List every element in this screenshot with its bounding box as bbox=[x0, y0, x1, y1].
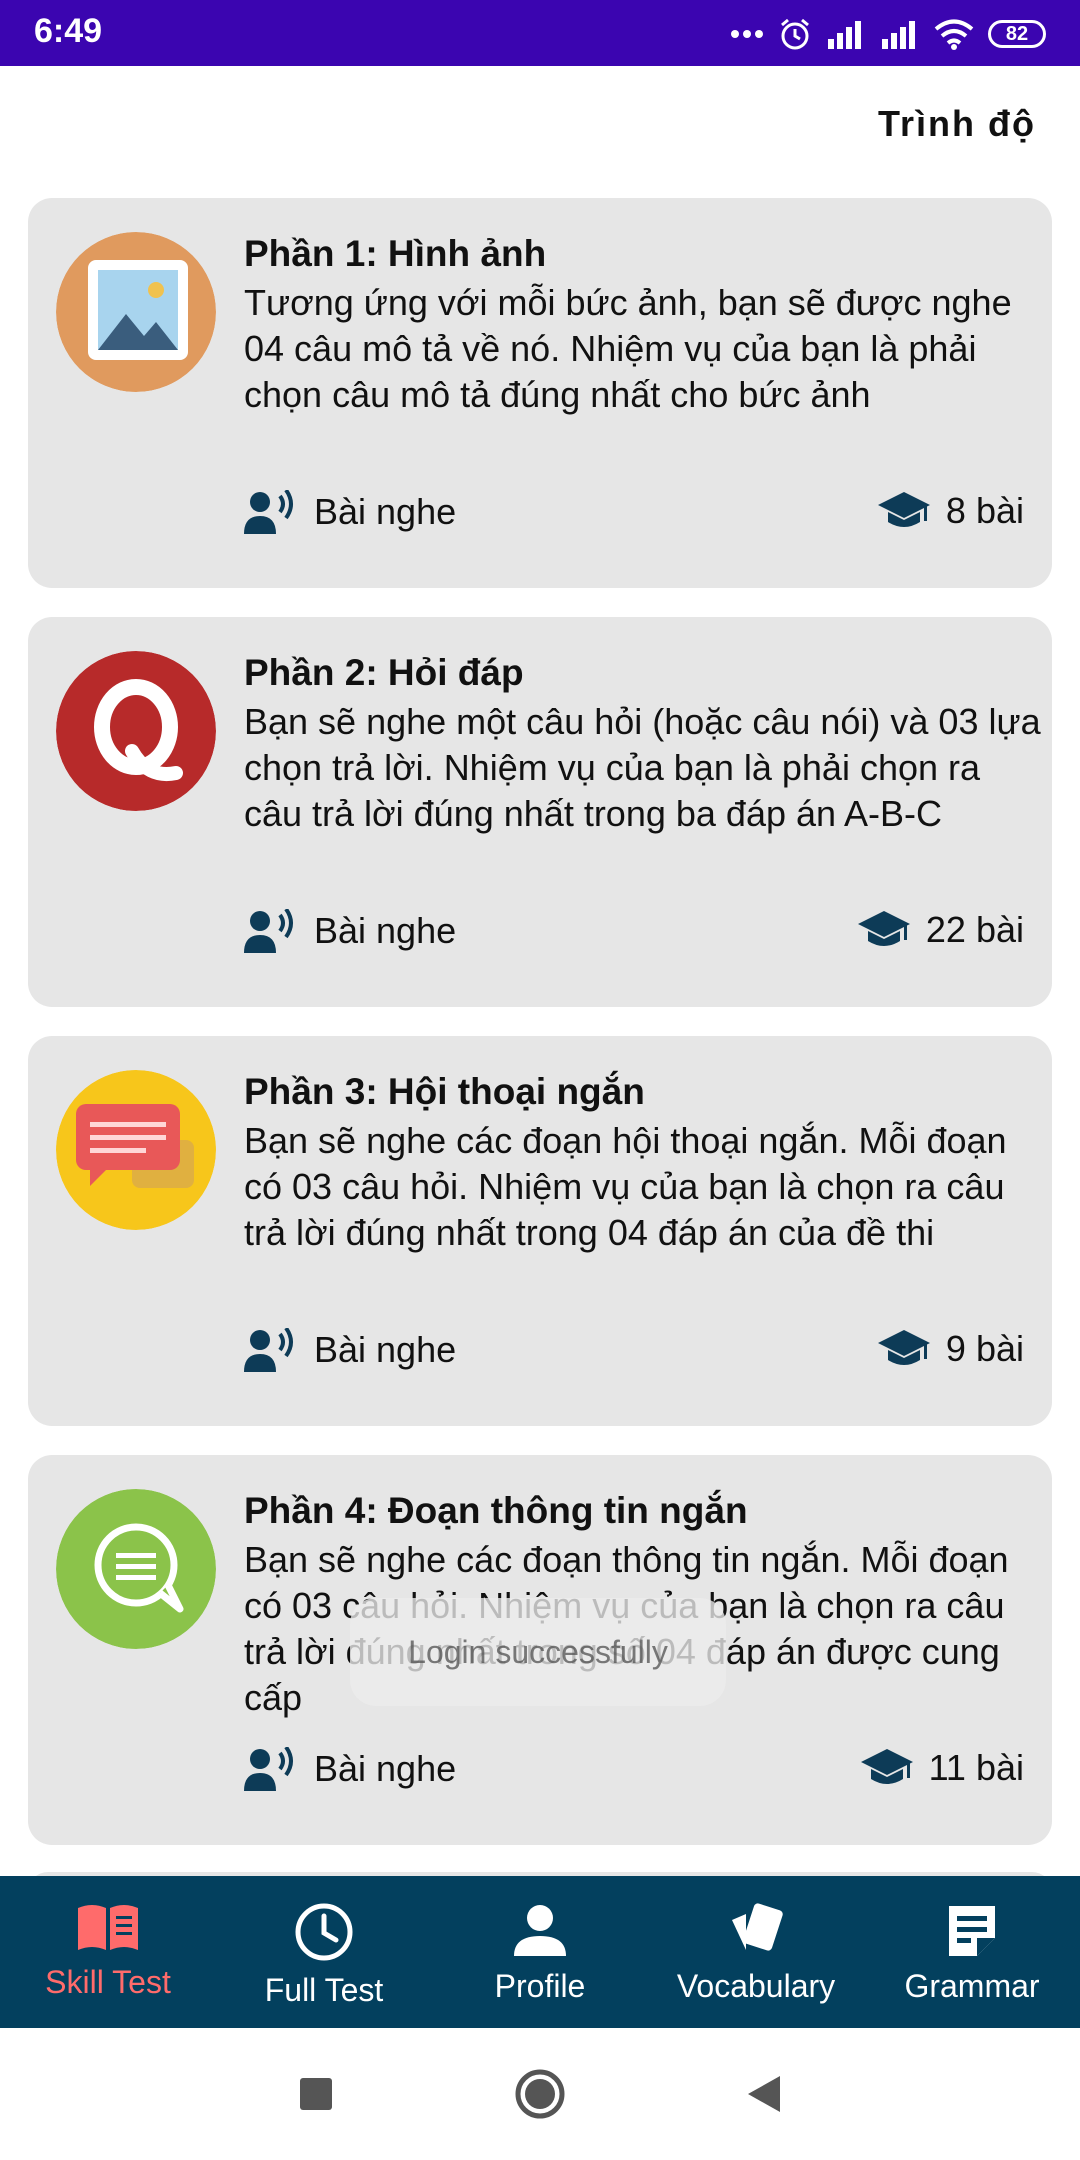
signal-icon bbox=[882, 21, 915, 49]
card-count-label: 8 bài bbox=[945, 490, 1024, 531]
image-icon bbox=[56, 232, 216, 392]
quora-q-icon bbox=[56, 651, 216, 811]
nav-label: Skill Test bbox=[45, 1964, 171, 2000]
home-icon[interactable] bbox=[514, 2068, 566, 2120]
nav-label: Vocabulary bbox=[676, 1968, 836, 2004]
nav-profile[interactable]: Profile bbox=[432, 1876, 648, 2028]
card-count-label: 22 bài bbox=[925, 909, 1024, 950]
card-type: Bài nghe bbox=[244, 1328, 456, 1372]
card-description: Bạn sẽ nghe các đoạn hội thoại ngắn. Mỗi… bbox=[244, 1120, 1007, 1253]
card-type: Bài nghe bbox=[244, 909, 456, 953]
card-type: Bài nghe bbox=[244, 490, 456, 534]
graduation-cap-icon bbox=[877, 1330, 930, 1365]
wifi-icon bbox=[934, 19, 974, 50]
card-type-label: Bài nghe bbox=[314, 1748, 457, 1789]
card-description: Bạn sẽ nghe một câu hỏi (hoặc câu nói) v… bbox=[244, 701, 1041, 834]
more-dots-icon bbox=[731, 30, 763, 38]
card-count: 22 bài bbox=[857, 909, 1024, 951]
card-count: 8 bài bbox=[877, 490, 1024, 532]
note-icon bbox=[949, 1906, 995, 1956]
recents-icon[interactable] bbox=[298, 2076, 334, 2112]
part-card-3[interactable]: Phần 3: Hội thoại ngắn Bạn sẽ nghe các đ… bbox=[28, 1036, 1052, 1426]
graduation-cap-icon bbox=[877, 492, 930, 527]
listening-person-icon bbox=[244, 1747, 293, 1791]
system-nav-bar bbox=[0, 2028, 1080, 2160]
nav-label: Full Test bbox=[264, 1972, 384, 2008]
graduation-cap-icon bbox=[857, 911, 910, 946]
status-time: 6:49 bbox=[34, 12, 103, 50]
card-title: Phần 1: Hình ảnh bbox=[244, 233, 547, 274]
graduation-cap-icon bbox=[860, 1749, 913, 1784]
listening-person-icon bbox=[244, 1328, 293, 1372]
open-book-icon bbox=[78, 1905, 138, 1950]
listening-person-icon bbox=[244, 909, 293, 953]
signal-icon bbox=[828, 21, 861, 49]
nav-label: Grammar bbox=[904, 1968, 1040, 2004]
message-bubble-icon bbox=[56, 1489, 216, 1649]
status-bar: 6:49 82 bbox=[0, 0, 1080, 66]
nav-grammar[interactable]: Grammar bbox=[864, 1876, 1080, 2028]
battery-indicator: 82 bbox=[988, 20, 1046, 48]
person-icon bbox=[514, 1905, 566, 1956]
card-count: 9 bài bbox=[877, 1328, 1024, 1370]
battery-level: 82 bbox=[1005, 22, 1029, 45]
card-count-label: 11 bài bbox=[928, 1747, 1024, 1788]
alarm-icon bbox=[781, 18, 809, 50]
card-type-label: Bài nghe bbox=[314, 1329, 457, 1370]
clock-icon bbox=[295, 1903, 353, 1961]
part-card-2[interactable]: Phần 2: Hỏi đáp Bạn sẽ nghe một câu hỏi … bbox=[28, 617, 1052, 1007]
chat-bubbles-icon bbox=[56, 1070, 216, 1230]
level-filter-button[interactable]: Trình độ bbox=[878, 103, 1036, 145]
card-type: Bài nghe bbox=[244, 1747, 456, 1791]
bottom-nav: Skill Test Full Test Profile Vocabulary … bbox=[0, 1876, 1080, 2028]
toast-message: Login successfully bbox=[350, 1598, 726, 1706]
card-title: Phần 3: Hội thoại ngắn bbox=[244, 1071, 645, 1112]
card-description: Tương ứng với mỗi bức ảnh, bạn sẽ được n… bbox=[244, 282, 1012, 415]
card-title: Phần 4: Đoạn thông tin ngắn bbox=[244, 1490, 748, 1531]
nav-skill-test[interactable]: Skill Test bbox=[0, 1876, 216, 2028]
nav-vocabulary[interactable]: Vocabulary bbox=[648, 1876, 864, 2028]
nav-full-test[interactable]: Full Test bbox=[216, 1876, 432, 2028]
cards-icon bbox=[732, 1903, 783, 1951]
status-icons: 82 bbox=[730, 12, 1046, 56]
card-title: Phần 2: Hỏi đáp bbox=[244, 652, 524, 693]
part-card-1[interactable]: Phần 1: Hình ảnh Tương ứng với mỗi bức ả… bbox=[28, 198, 1052, 588]
card-type-label: Bài nghe bbox=[314, 491, 457, 532]
nav-label: Profile bbox=[494, 1968, 586, 2004]
back-icon[interactable] bbox=[746, 2074, 782, 2114]
card-count-label: 9 bài bbox=[945, 1328, 1024, 1369]
card-type-label: Bài nghe bbox=[314, 910, 457, 951]
listening-person-icon bbox=[244, 490, 293, 534]
card-count: 11 bài bbox=[860, 1747, 1024, 1789]
